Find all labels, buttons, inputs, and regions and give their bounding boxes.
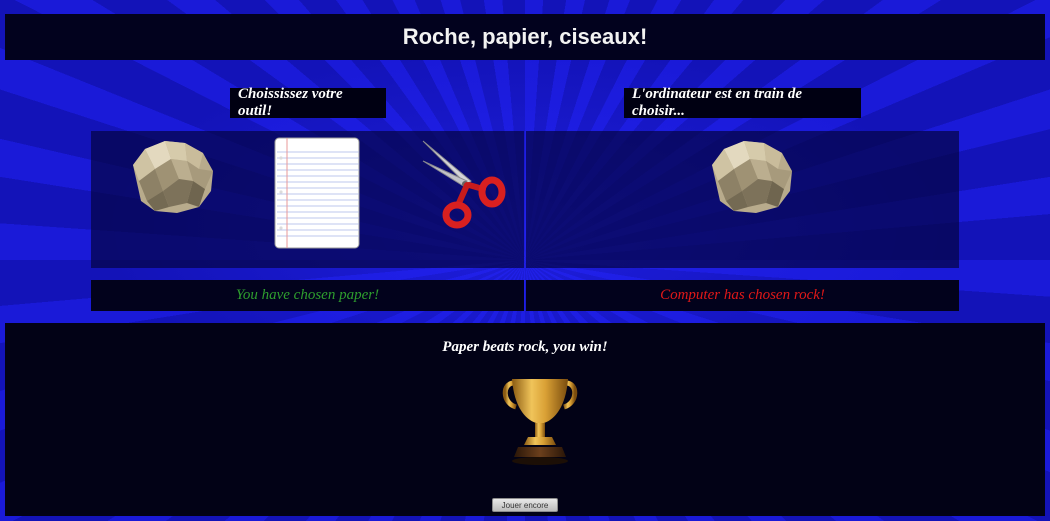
paper-icon xyxy=(274,137,360,249)
scissors-tool-button[interactable] xyxy=(417,137,507,236)
scissors-icon xyxy=(422,140,506,229)
result-message: Paper beats rock, you win! xyxy=(442,339,608,355)
game-title-bar: Roche, papier, ciseaux! xyxy=(5,14,1045,60)
rock-icon xyxy=(133,141,213,213)
computer-choice xyxy=(706,135,798,220)
computer-choice-message: Computer has chosen rock! xyxy=(526,280,959,311)
player-prompt: Choississez votre outil! xyxy=(230,86,386,119)
rock-tool-button[interactable] xyxy=(127,135,219,220)
player-tools-panel xyxy=(91,131,524,268)
replay-button[interactable]: Jouer encore xyxy=(492,498,558,512)
computer-choice-text: Computer has chosen rock! xyxy=(660,287,825,303)
rock-icon xyxy=(712,141,792,213)
computer-prompt: L'ordinateur est en train de choisir... xyxy=(624,86,861,119)
paper-tool-button[interactable] xyxy=(273,136,363,255)
player-choice-message: You have chosen paper! xyxy=(91,280,524,311)
player-choice-text: You have chosen paper! xyxy=(235,287,380,303)
game-title: Roche, papier, ciseaux! xyxy=(402,24,648,49)
result-panel: Paper beats rock, you win! Jouer encore xyxy=(5,323,1045,516)
trophy-icon xyxy=(500,375,580,476)
computer-choice-panel xyxy=(526,131,959,268)
